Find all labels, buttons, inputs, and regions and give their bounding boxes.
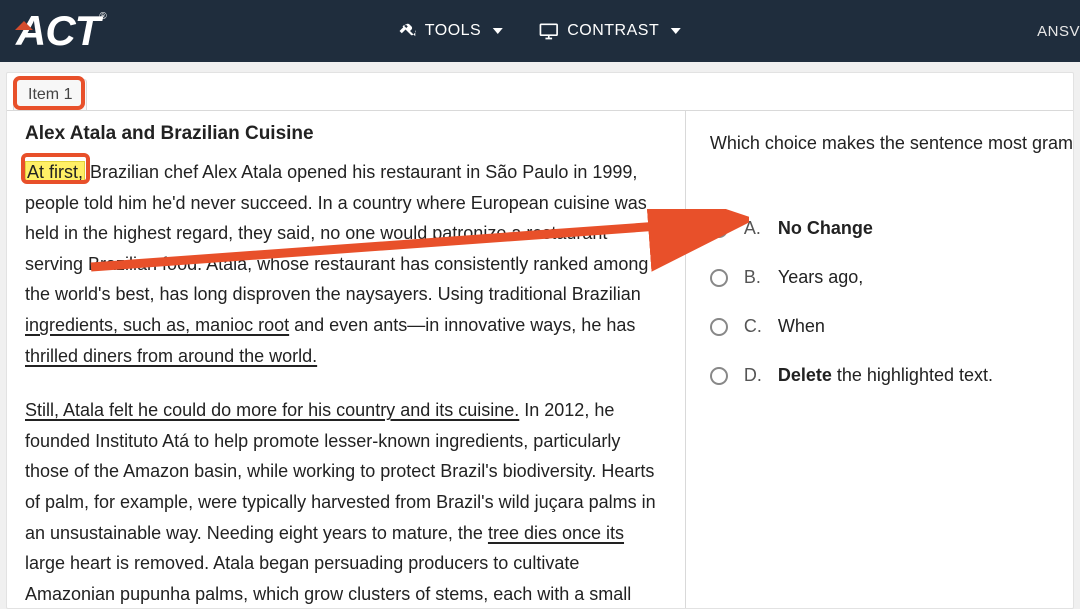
radio-icon <box>710 318 728 336</box>
passage-title: Alex Atala and Brazilian Cuisine <box>25 123 665 145</box>
top-menu: TOOLS CONTRAST <box>399 22 681 40</box>
contrast-label: CONTRAST <box>567 22 659 40</box>
logo: ACT® <box>16 7 128 55</box>
question-pane: Which choice makes the sentence most gra… <box>686 111 1073 608</box>
answer-choices: A. No Change B. Years ago, C. When <box>710 218 1073 386</box>
app-header: ACT® TOOLS CONTRAST ANSV <box>0 0 1080 62</box>
answer-link[interactable]: ANSV <box>1037 23 1080 40</box>
paragraph-2: Still, Atala felt he could do more for h… <box>25 395 665 608</box>
logo-text: ACT® <box>16 7 106 55</box>
logo-caret-icon <box>15 21 33 30</box>
choice-c[interactable]: C. When <box>710 316 1073 337</box>
paragraph-1: At first, Brazilian chef Alex Atala open… <box>25 157 665 371</box>
chevron-down-icon <box>493 28 503 34</box>
monitor-icon <box>539 22 559 40</box>
choice-a[interactable]: A. No Change <box>710 218 1073 239</box>
tab-bar: Item 1 <box>7 73 1073 111</box>
radio-icon <box>710 269 728 287</box>
tools-menu[interactable]: TOOLS <box>399 22 503 40</box>
tab-item-1[interactable]: Item 1 <box>13 79 87 110</box>
tools-label: TOOLS <box>425 22 481 40</box>
choice-b[interactable]: B. Years ago, <box>710 267 1073 288</box>
highlighted-text: At first, <box>25 161 85 183</box>
choice-d[interactable]: D. Delete the highlighted text. <box>710 365 1073 386</box>
passage-pane: Alex Atala and Brazilian Cuisine At firs… <box>7 111 686 608</box>
item-card: Item 1 Alex Atala and Brazilian Cuisine … <box>6 72 1074 609</box>
tools-icon <box>399 22 417 40</box>
chevron-down-icon <box>671 28 681 34</box>
contrast-menu[interactable]: CONTRAST <box>539 22 681 40</box>
radio-icon <box>710 367 728 385</box>
question-stem: Which choice makes the sentence most gra… <box>710 133 1073 154</box>
radio-icon <box>710 220 728 238</box>
